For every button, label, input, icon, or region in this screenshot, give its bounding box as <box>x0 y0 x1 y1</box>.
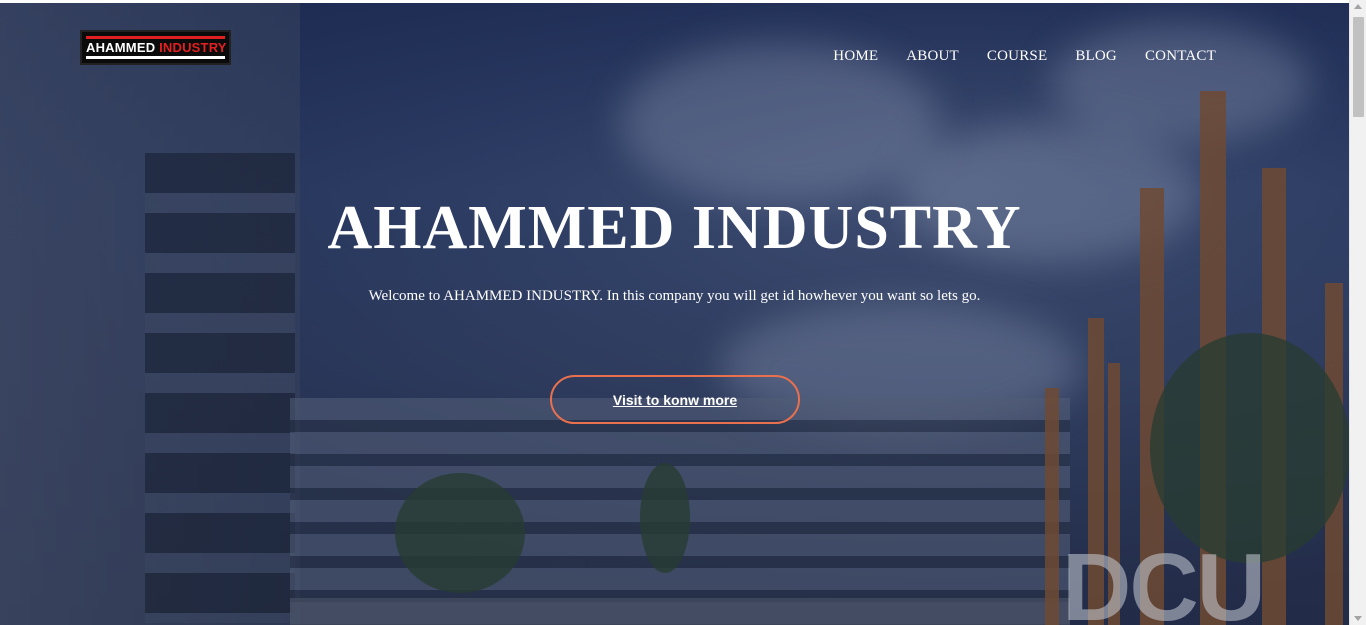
hero-subtitle: Welcome to AHAMMED INDUSTRY. In this com… <box>368 288 981 304</box>
nav-link-course[interactable]: COURSE <box>987 48 1047 65</box>
page-scrollbar[interactable] <box>1349 0 1366 625</box>
main-nav: HOME ABOUT COURSE BLOG CONTACT <box>833 48 1216 65</box>
dcu-sign: DCU <box>1062 534 1266 625</box>
hero-title: AHAMMED INDUSTRY <box>327 194 1022 262</box>
logo-text-red: INDUSTRY <box>159 40 227 55</box>
nav-link-contact[interactable]: CONTACT <box>1145 48 1216 65</box>
scrollbar-thumb[interactable] <box>1353 17 1364 117</box>
logo-text-white: AHAMMED <box>86 40 156 55</box>
visit-more-button[interactable]: Visit to konw more <box>550 375 800 424</box>
logo-red-bar <box>86 36 225 39</box>
background-cloud <box>1050 23 1310 143</box>
background-tree <box>1150 333 1349 563</box>
logo-text: AHAMMED INDUSTRY <box>86 40 227 55</box>
nav-link-about[interactable]: ABOUT <box>906 48 959 65</box>
nav-link-home[interactable]: HOME <box>833 48 878 65</box>
background-cloud <box>620 43 940 203</box>
scroll-up-arrow-icon[interactable] <box>1354 4 1362 9</box>
background-tree <box>640 463 690 573</box>
background-pole <box>1045 388 1059 625</box>
site-logo[interactable]: AHAMMED INDUSTRY <box>80 30 231 65</box>
background-tree <box>395 473 525 593</box>
hero-section: DCU AHAMMED INDUSTRY HOME ABOUT COURSE B… <box>0 3 1349 625</box>
background-plaza <box>290 598 1070 625</box>
logo-white-bar <box>86 56 225 59</box>
nav-link-blog[interactable]: BLOG <box>1075 48 1117 65</box>
scroll-down-arrow-icon[interactable] <box>1354 616 1362 621</box>
